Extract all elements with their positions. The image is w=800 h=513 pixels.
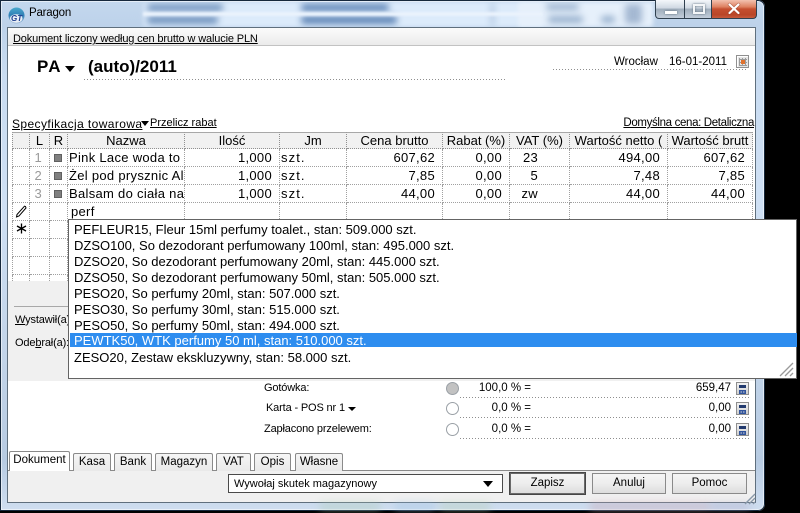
svg-text:GT: GT (11, 14, 23, 23)
